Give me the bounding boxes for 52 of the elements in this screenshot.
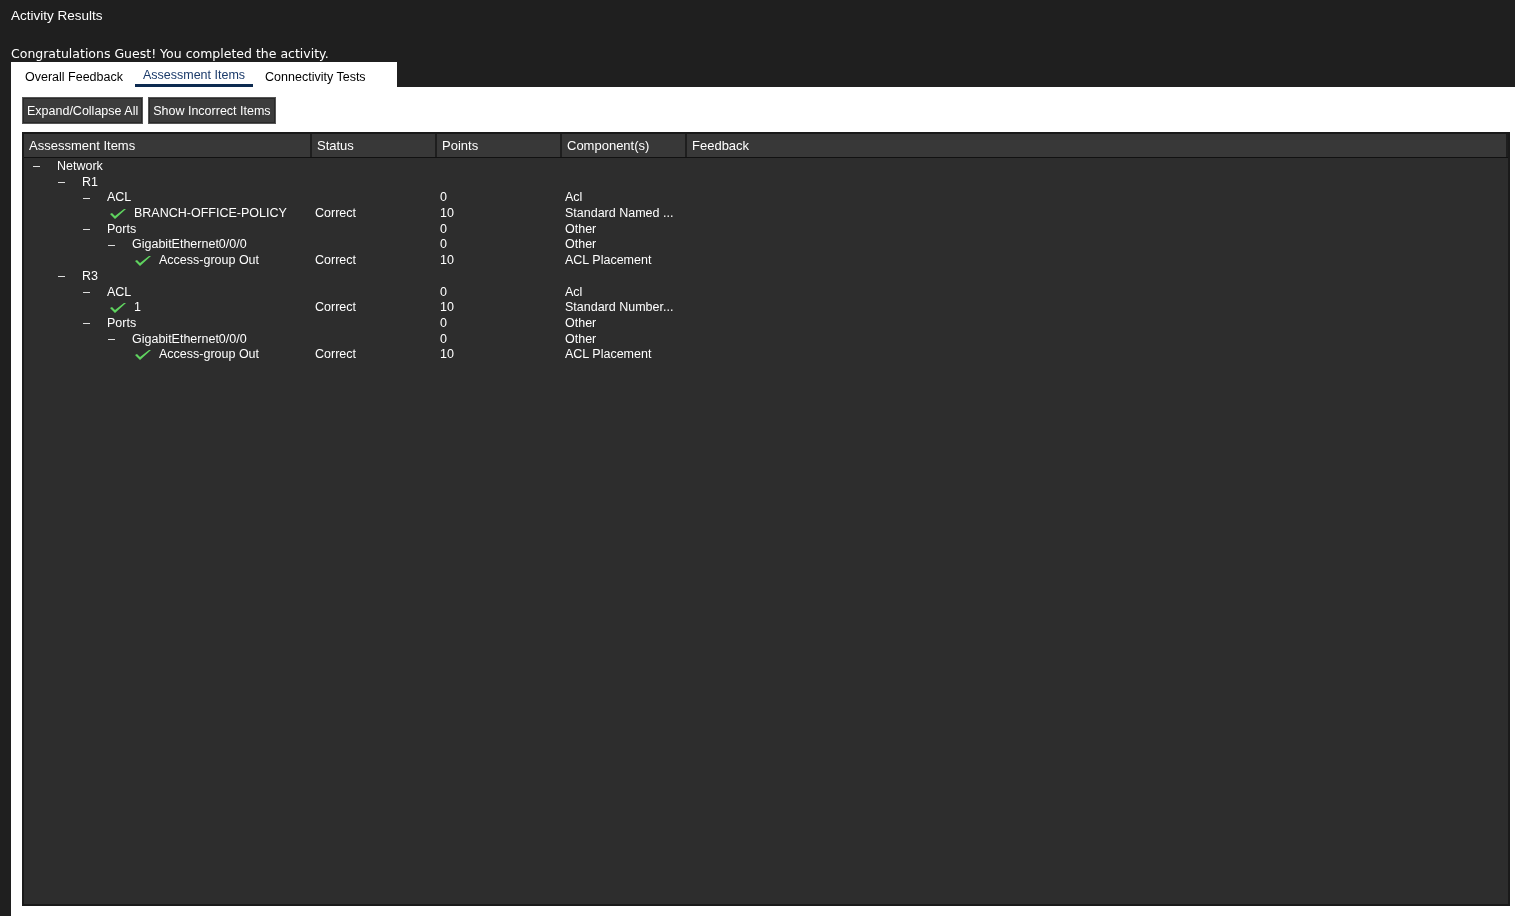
points-text: 0	[440, 190, 447, 205]
points-text: 0	[440, 237, 447, 252]
tree-item-label[interactable]: 1	[134, 300, 141, 316]
column-header[interactable]: Assessment Items	[24, 134, 312, 157]
points-text: 0	[440, 331, 447, 346]
tree-item-label[interactable]: GigabitEthernet0/0/0	[132, 237, 247, 254]
tab[interactable]: Overall Feedback	[17, 62, 131, 87]
tree-item-label[interactable]: R3	[82, 268, 98, 285]
window-title: Activity Results	[11, 8, 104, 25]
status-text: Correct	[315, 347, 356, 362]
tab[interactable]: Connectivity Tests	[257, 62, 374, 87]
component-text: Other	[565, 237, 597, 252]
check-icon	[134, 349, 152, 362]
tree-item-label[interactable]: Access-group Out	[159, 253, 260, 269]
check-icon	[109, 302, 127, 315]
points-text: 10	[440, 347, 454, 362]
column-header[interactable]: Component(s)	[562, 134, 687, 157]
tree-item-label[interactable]: Ports	[107, 315, 137, 332]
tree-item-label[interactable]: GigabitEthernet0/0/0	[132, 331, 247, 348]
points-text: 0	[440, 315, 447, 330]
component-text: Acl	[565, 284, 583, 299]
check-icon	[109, 207, 127, 220]
tree-item-label[interactable]: BRANCH-OFFICE-POLICY	[134, 206, 287, 222]
component-text: Other	[565, 221, 597, 236]
component-text: Standard Named ...	[565, 206, 674, 221]
points-text: 10	[440, 206, 454, 221]
column-header[interactable]: Feedback	[687, 134, 1508, 157]
points-text: 0	[440, 221, 447, 236]
points-text: 10	[440, 300, 454, 315]
component-text: ACL Placement	[565, 253, 652, 268]
tree-item-label[interactable]: Ports	[107, 221, 137, 238]
toolbar-button[interactable]: Show Incorrect Items	[148, 97, 276, 124]
points-text: 0	[440, 284, 447, 299]
tree-item-label[interactable]: ACL	[107, 190, 132, 207]
check-icon	[134, 254, 152, 267]
tree-item-label[interactable]: R1	[82, 174, 98, 191]
status-text: Correct	[315, 206, 356, 221]
tree-item-label[interactable]: ACL	[107, 284, 132, 301]
tree-item-label[interactable]: Access-group Out	[159, 347, 260, 363]
component-text: Other	[565, 315, 597, 330]
column-header[interactable]: Status	[312, 134, 437, 157]
component-text: Acl	[565, 190, 583, 205]
component-text: Other	[565, 331, 597, 346]
completion-message: Congratulations Guest! You completed the activity.	[11, 46, 330, 62]
column-header[interactable]: Points	[437, 134, 562, 157]
status-text: Correct	[315, 300, 356, 315]
component-text: ACL Placement	[565, 347, 652, 362]
component-text: Standard Number...	[565, 300, 674, 315]
status-text: Correct	[315, 253, 356, 268]
toolbar-button[interactable]: Expand/Collapse All	[22, 97, 144, 124]
points-text: 10	[440, 253, 454, 268]
tree-item-label[interactable]: Network	[57, 159, 103, 175]
